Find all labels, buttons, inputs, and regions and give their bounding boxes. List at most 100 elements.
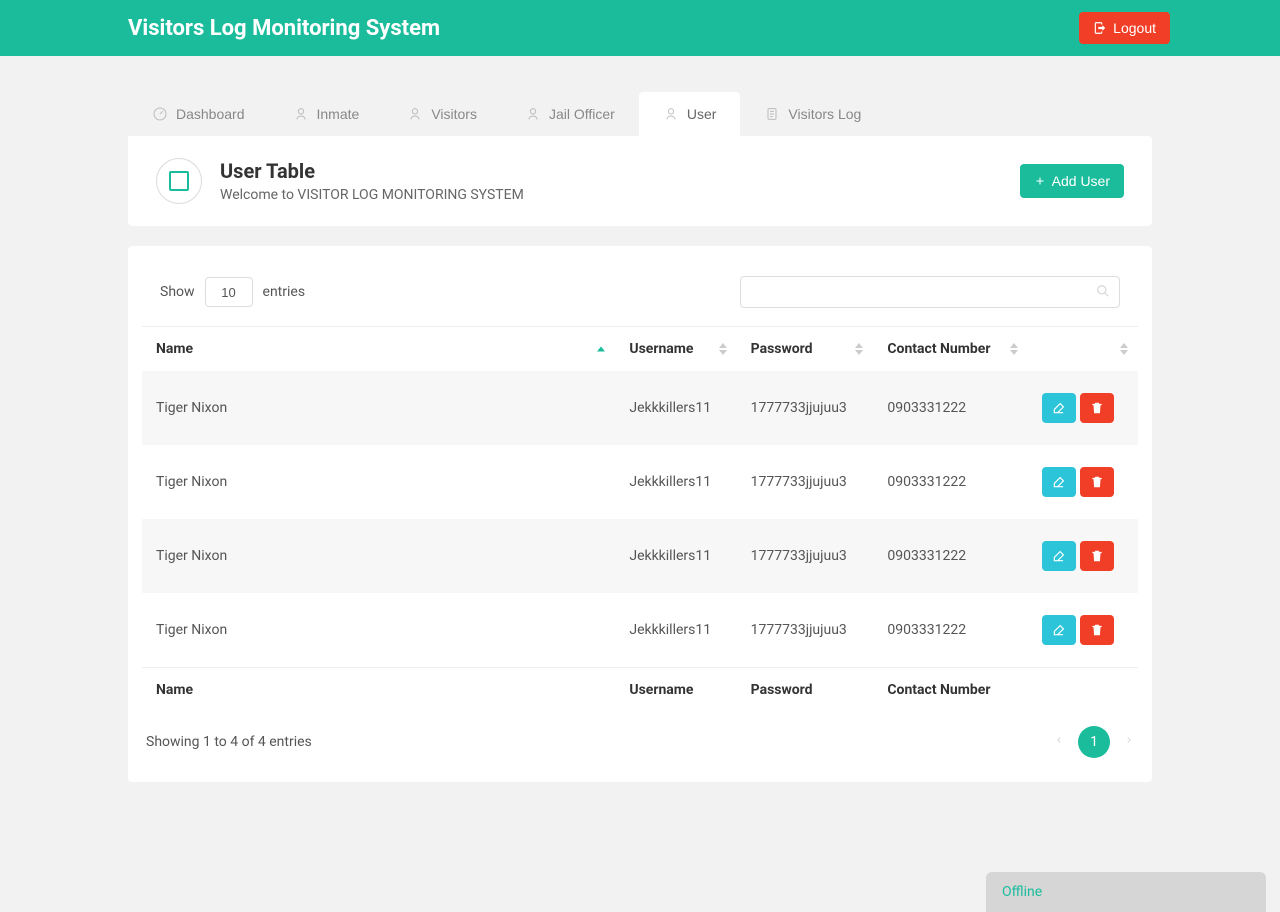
sort-asc-icon (719, 343, 727, 348)
cell-name: Tiger Nixon (142, 519, 615, 593)
next-page[interactable] (1124, 733, 1134, 751)
col-label: Name (156, 341, 193, 357)
edit-icon (1052, 475, 1066, 489)
table-row: Tiger Nixon Jekkkillers11 1777733jjujuu3… (142, 593, 1138, 668)
tab-user[interactable]: User (639, 92, 741, 136)
edit-button[interactable] (1042, 541, 1076, 571)
delete-button[interactable] (1080, 467, 1114, 497)
col-label: Contact Number (887, 341, 990, 357)
trash-icon (1090, 623, 1104, 637)
trash-icon (1090, 401, 1104, 415)
col-label: Username (629, 341, 693, 357)
entries-select[interactable] (205, 277, 253, 307)
cell-contact: 0903331222 (873, 371, 1027, 445)
show-entries: Show entries (160, 277, 305, 307)
edit-button[interactable] (1042, 615, 1076, 645)
cell-name: Tiger Nixon (142, 445, 615, 519)
panel-icon (156, 158, 202, 204)
tabs: Dashboard Inmate Visitors Jail Officer U… (128, 92, 1152, 136)
add-user-button[interactable]: Add User (1020, 164, 1124, 198)
person-icon (525, 106, 541, 122)
cell-actions (1028, 593, 1139, 668)
sort-asc-icon (1010, 343, 1018, 348)
offline-label: Offline (1002, 884, 1042, 900)
edit-icon (1052, 401, 1066, 415)
col-username[interactable]: Username (615, 327, 736, 372)
sort-asc-icon (597, 347, 605, 352)
search-box (740, 276, 1120, 308)
person-icon (663, 106, 679, 122)
pagination: 1 (1054, 726, 1134, 758)
cell-contact: 0903331222 (873, 445, 1027, 519)
search-icon (1096, 284, 1110, 298)
footer-col-password: Password (737, 668, 874, 713)
edit-button[interactable] (1042, 393, 1076, 423)
clipboard-icon (764, 106, 780, 122)
trash-icon (1090, 475, 1104, 489)
sort-desc-icon (855, 350, 863, 355)
delete-button[interactable] (1080, 541, 1114, 571)
show-label: Show (160, 284, 195, 300)
table-row: Tiger Nixon Jekkkillers11 1777733jjujuu3… (142, 445, 1138, 519)
dashboard-icon (152, 106, 168, 122)
footer-col-name: Name (142, 668, 615, 713)
logout-icon (1093, 21, 1107, 35)
cell-username: Jekkkillers11 (615, 371, 736, 445)
tab-label: Jail Officer (549, 106, 615, 122)
entries-label: entries (263, 284, 306, 300)
cell-name: Tiger Nixon (142, 593, 615, 668)
tab-visitors[interactable]: Visitors (383, 92, 501, 136)
panel-header: User Table Welcome to VISITOR LOG MONITO… (128, 136, 1152, 226)
prev-page[interactable] (1054, 733, 1064, 751)
table-row: Tiger Nixon Jekkkillers11 1777733jjujuu3… (142, 371, 1138, 445)
sort-desc-icon (1120, 350, 1128, 355)
tab-inmate[interactable]: Inmate (269, 92, 384, 136)
edit-button[interactable] (1042, 467, 1076, 497)
delete-button[interactable] (1080, 615, 1114, 645)
chevron-right-icon (1124, 733, 1134, 747)
col-password[interactable]: Password (737, 327, 874, 372)
sort-desc-icon (719, 350, 727, 355)
user-table: Name Username Password Contact Number (142, 326, 1138, 712)
edit-icon (1052, 623, 1066, 637)
tab-label: Dashboard (176, 106, 245, 122)
tab-label: Visitors Log (788, 106, 861, 122)
sort-asc-icon (855, 343, 863, 348)
logout-button[interactable]: Logout (1079, 12, 1170, 44)
delete-button[interactable] (1080, 393, 1114, 423)
chevron-left-icon (1054, 733, 1064, 747)
app-title: Visitors Log Monitoring System (128, 16, 440, 41)
plus-icon (1034, 175, 1046, 187)
tab-label: Visitors (431, 106, 477, 122)
search-input[interactable] (740, 276, 1120, 308)
person-icon (407, 106, 423, 122)
offline-indicator[interactable]: Offline (986, 872, 1266, 912)
table-card: Show entries Name Username (128, 246, 1152, 782)
tab-dashboard[interactable]: Dashboard (128, 92, 269, 136)
footer-col-contact: Contact Number (873, 668, 1027, 713)
cell-contact: 0903331222 (873, 519, 1027, 593)
tab-label: User (687, 106, 717, 122)
col-contact[interactable]: Contact Number (873, 327, 1027, 372)
header: Visitors Log Monitoring System Logout (0, 0, 1280, 56)
cell-actions (1028, 371, 1139, 445)
tab-jail-officer[interactable]: Jail Officer (501, 92, 639, 136)
col-name[interactable]: Name (142, 327, 615, 372)
trash-icon (1090, 549, 1104, 563)
footer-col-actions (1028, 668, 1139, 713)
cell-actions (1028, 519, 1139, 593)
cell-password: 1777733jjujuu3 (737, 371, 874, 445)
footer-col-username: Username (615, 668, 736, 713)
cell-contact: 0903331222 (873, 593, 1027, 668)
sort-asc-icon (1120, 343, 1128, 348)
col-actions (1028, 327, 1139, 372)
page-1[interactable]: 1 (1078, 726, 1110, 758)
table-info: Showing 1 to 4 of 4 entries (146, 734, 312, 750)
table-row: Tiger Nixon Jekkkillers11 1777733jjujuu3… (142, 519, 1138, 593)
tab-visitors-log[interactable]: Visitors Log (740, 92, 885, 136)
cell-password: 1777733jjujuu3 (737, 593, 874, 668)
cell-username: Jekkkillers11 (615, 519, 736, 593)
edit-icon (1052, 549, 1066, 563)
tab-label: Inmate (317, 106, 360, 122)
cell-name: Tiger Nixon (142, 371, 615, 445)
